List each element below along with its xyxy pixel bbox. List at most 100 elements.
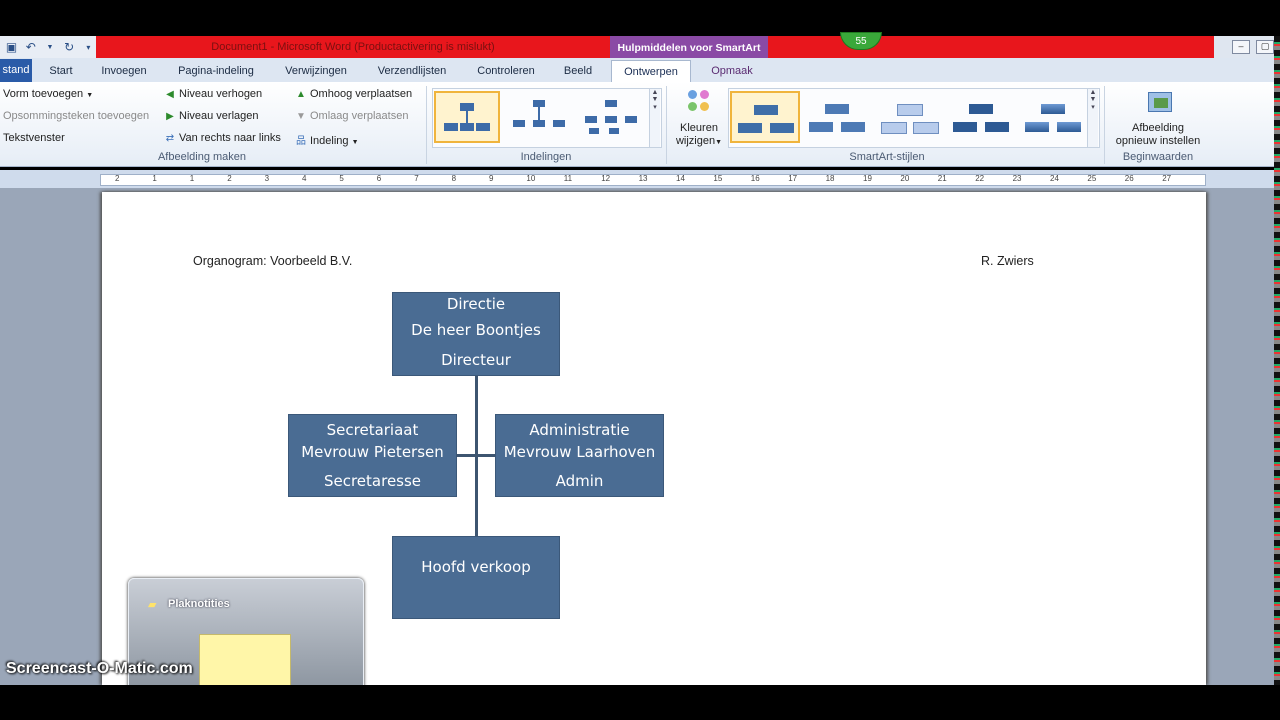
- hierarchy-icon: 品: [296, 136, 306, 147]
- demote-label: Niveau verlagen: [179, 110, 259, 122]
- save-icon[interactable]: ▣: [4, 39, 19, 55]
- layouts-gallery: ▲ ▼ ▾: [432, 88, 662, 148]
- layout-thumb-2[interactable]: [506, 91, 572, 143]
- demote-button[interactable]: ▶ Niveau verlagen: [164, 110, 259, 122]
- tab-file[interactable]: stand: [0, 59, 32, 82]
- smartart-styles-gallery: ▲ ▼ ▾: [728, 88, 1100, 148]
- redo-icon[interactable]: ↻: [62, 39, 77, 55]
- style-thumb-4[interactable]: [946, 91, 1016, 143]
- sticky-note-thumbnail: [199, 634, 291, 690]
- connector-horizontal: [456, 454, 496, 457]
- ruler-number: 1: [152, 174, 157, 183]
- style-thumb-1[interactable]: [730, 91, 800, 143]
- org-box-hoofd-verkoop[interactable]: Hoofd verkoop: [392, 536, 560, 619]
- ruler-number: 6: [376, 174, 382, 183]
- ruler-number: 14: [676, 174, 685, 183]
- layout-thumb-3[interactable]: [578, 91, 644, 143]
- right-to-left-label: Van rechts naar links: [179, 132, 281, 144]
- sticky-notes-icon: ▰: [148, 599, 157, 611]
- ruler-number: 5: [339, 174, 344, 183]
- tab-opmaak[interactable]: Opmaak: [702, 60, 762, 82]
- screen-edge-artifact: [1274, 36, 1280, 686]
- org-box-line: Directeur: [441, 351, 511, 369]
- smartart-styles-group-label: SmartArt-stijlen: [849, 151, 925, 163]
- org-box-line: Mevrouw Pietersen: [301, 443, 444, 461]
- ruler-number: 7: [414, 174, 419, 183]
- ruler-number: 1: [189, 174, 195, 183]
- ruler-number: 26: [1124, 174, 1134, 183]
- layout-button[interactable]: 品 Indeling ▼: [295, 132, 359, 147]
- ruler-number: 25: [1087, 174, 1097, 183]
- org-box-line: De heer Boontjes: [411, 321, 541, 339]
- org-box-line: Secretaresse: [323, 472, 422, 490]
- org-box-line: Directie: [446, 295, 506, 313]
- window-controls: – ▢: [1214, 36, 1280, 58]
- reset-line2: opnieuw instellen: [1115, 135, 1201, 147]
- ruler-number: 22: [975, 174, 985, 183]
- tab-ontwerpen[interactable]: Ontwerpen: [611, 60, 691, 83]
- tab-beeld[interactable]: Beeld: [558, 60, 598, 82]
- org-box-line: Administratie: [529, 421, 630, 439]
- tab-start[interactable]: Start: [44, 60, 78, 82]
- move-up-button[interactable]: ▲ Omhoog verplaatsen: [295, 88, 412, 100]
- group-separator: [666, 86, 667, 164]
- gallery-scroll[interactable]: ▲ ▼ ▾: [1087, 89, 1098, 147]
- reset-graphic-button[interactable]: Afbeelding opnieuw instellen: [1108, 122, 1208, 148]
- ruler-number: 3: [264, 174, 270, 183]
- dropdown-icon[interactable]: ▼: [42, 39, 57, 55]
- promote-button[interactable]: ◀ Niveau verhogen: [164, 88, 262, 100]
- ruler-number: 17: [788, 174, 798, 183]
- org-box-secretariaat[interactable]: Secretariaat Mevrouw Pietersen Secretare…: [288, 414, 457, 497]
- tab-verzendlijsten[interactable]: Verzendlijsten: [370, 60, 454, 82]
- ruler-number: 21: [937, 174, 947, 183]
- style-thumb-3[interactable]: [874, 91, 944, 143]
- restore-icon[interactable]: ▢: [1256, 40, 1274, 54]
- group-separator: [426, 86, 427, 164]
- ruler-number: 9: [489, 174, 494, 183]
- gallery-scroll[interactable]: ▲ ▼ ▾: [649, 89, 660, 147]
- tab-verwijzingen[interactable]: Verwijzingen: [278, 60, 354, 82]
- ruler-number: 13: [638, 174, 648, 183]
- quick-access-toolbar: ▣ ↶ ▼ ↻ ▾: [0, 36, 96, 58]
- arrow-down-icon: ▼: [296, 111, 306, 122]
- ruler-number: 16: [750, 174, 760, 183]
- org-box-administratie[interactable]: Administratie Mevrouw Laarhoven Admin: [495, 414, 664, 497]
- ruler-number: 20: [900, 174, 910, 183]
- undo-icon[interactable]: ↶: [23, 39, 38, 55]
- layout-thumb-1[interactable]: [434, 91, 500, 143]
- create-graphic-group-label: Afbeelding maken: [157, 151, 247, 163]
- swap-icon: ⇄: [165, 133, 175, 144]
- org-box-line: Admin: [555, 472, 604, 490]
- text-pane-button[interactable]: Tekstvenster: [3, 132, 65, 144]
- ruler-number: 2: [115, 174, 120, 183]
- preview-title: Plaknotities: [168, 598, 230, 610]
- ruler-number: 23: [1012, 174, 1022, 183]
- move-down-button[interactable]: ▼ Omlaag verplaatsen: [295, 110, 408, 122]
- move-up-label: Omhoog verplaatsen: [310, 88, 413, 100]
- add-shape-button[interactable]: Vorm toevoegen ▼: [3, 88, 93, 100]
- watermark: Screencast-O-Matic.com: [6, 660, 193, 677]
- ruler-number: 4: [302, 174, 307, 183]
- letterbox-bottom: [0, 685, 1280, 720]
- ruler-number: 8: [451, 174, 457, 183]
- colors-icon: [686, 88, 714, 116]
- right-to-left-button[interactable]: ⇄ Van rechts naar links: [164, 132, 281, 144]
- ruler-number: 27: [1162, 174, 1172, 183]
- style-thumb-5[interactable]: [1018, 91, 1088, 143]
- move-down-label: Omlaag verplaatsen: [310, 110, 409, 122]
- org-box-directie[interactable]: Directie De heer Boontjes Directeur: [392, 292, 560, 376]
- customize-icon[interactable]: ▾: [81, 39, 96, 55]
- ruler-number: 19: [863, 174, 872, 183]
- tab-controleren[interactable]: Controleren: [470, 60, 542, 82]
- tab-invoegen[interactable]: Invoegen: [96, 60, 152, 82]
- layout-label: Indeling: [310, 135, 349, 147]
- reset-group-label: Beginwaarden: [1122, 151, 1194, 163]
- add-bullet-button[interactable]: Opsommingsteken toevoegen: [3, 110, 149, 122]
- style-thumb-2[interactable]: [802, 91, 872, 143]
- minimize-icon[interactable]: –: [1232, 40, 1250, 54]
- change-colors-button[interactable]: Kleuren wijzigen▼: [674, 122, 724, 149]
- reset-line1: Afbeelding: [1132, 122, 1184, 134]
- tab-pagina-indeling[interactable]: Pagina-indeling: [170, 60, 262, 82]
- group-separator: [1104, 86, 1105, 164]
- org-box-line: Mevrouw Laarhoven: [503, 443, 656, 461]
